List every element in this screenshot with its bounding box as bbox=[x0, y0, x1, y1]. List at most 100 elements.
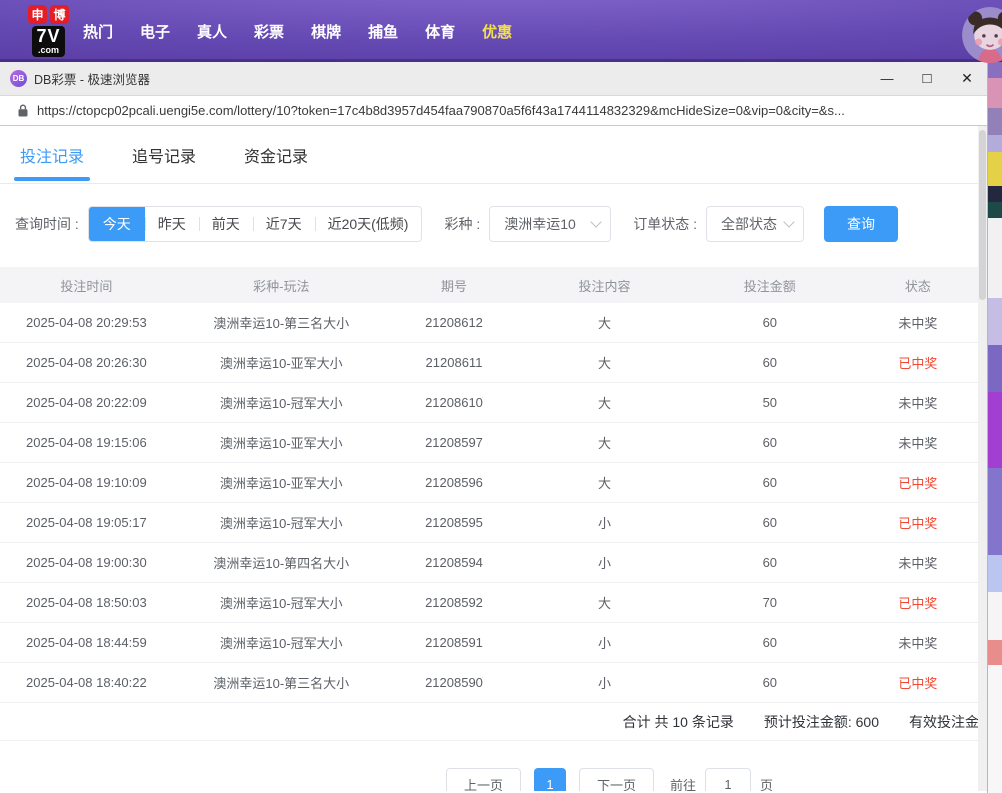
bet-amount-cell: 60 bbox=[691, 555, 849, 570]
time-option-label: 昨天 bbox=[158, 214, 186, 234]
status-cell: 已中奖 bbox=[849, 593, 987, 612]
time-filter-option[interactable]: 近20天(低频) bbox=[315, 207, 422, 241]
record-tab[interactable]: 资金记录 bbox=[244, 126, 308, 183]
time-filter-group: 今天 昨天 前天 近7天 近20天(低频) bbox=[88, 206, 423, 242]
browser-window: DB DB彩票 - 极速浏览器 — □ ✕ https://ctopcp02pc… bbox=[0, 62, 988, 793]
time-option-label: 近20天(低频) bbox=[328, 214, 409, 234]
pagination: 上一页 1 下一页 前往 页 bbox=[116, 768, 987, 791]
time-option-label: 近7天 bbox=[266, 214, 302, 234]
nav-item[interactable]: 热门 bbox=[83, 21, 113, 42]
scrollbar-thumb[interactable] bbox=[979, 130, 986, 300]
logo-name: 7V bbox=[36, 27, 60, 45]
bet-content-cell: 大 bbox=[518, 433, 691, 452]
status-cell: 未中奖 bbox=[849, 313, 987, 332]
table-header-row: 投注时间彩种-玩法期号投注内容投注金额状态 bbox=[0, 267, 987, 303]
current-page-button[interactable]: 1 bbox=[534, 768, 566, 791]
status-cell: 已中奖 bbox=[849, 673, 987, 692]
nav-item[interactable]: 体育 bbox=[425, 21, 455, 42]
table-row: 2025-04-08 20:22:09 澳洲幸运10-冠军大小 21208610… bbox=[0, 383, 987, 423]
lock-icon bbox=[18, 104, 28, 117]
site-logo[interactable]: 申 博 7V .com bbox=[28, 5, 69, 57]
game-type-cell: 澳洲幸运10-冠军大小 bbox=[173, 513, 390, 532]
time-filter-option[interactable]: 前天 bbox=[199, 207, 253, 241]
scrollbar[interactable] bbox=[978, 126, 987, 791]
lottery-select[interactable]: 澳洲幸运10 bbox=[489, 206, 611, 242]
bet-content-cell: 大 bbox=[518, 393, 691, 412]
bet-content-cell: 大 bbox=[518, 593, 691, 612]
minimize-button[interactable]: — bbox=[867, 62, 907, 95]
issue-number-cell: 21208592 bbox=[390, 595, 518, 610]
issue-number-cell: 21208595 bbox=[390, 515, 518, 530]
bet-time-cell: 2025-04-08 20:22:09 bbox=[0, 395, 173, 410]
time-option-label: 前天 bbox=[212, 214, 240, 234]
goto-page-input[interactable] bbox=[705, 768, 751, 791]
screen: 申 博 7V .com 热门 电子 真人 彩票 棋牌 捕鱼 体育 优惠 bbox=[0, 0, 1002, 793]
status-cell: 未中奖 bbox=[849, 633, 987, 652]
next-page-button[interactable]: 下一页 bbox=[579, 768, 654, 791]
bet-content-cell: 小 bbox=[518, 673, 691, 692]
logo-badge-shen: 申 bbox=[28, 5, 47, 24]
status-cell: 未中奖 bbox=[849, 433, 987, 452]
order-status-select[interactable]: 全部状态 bbox=[706, 206, 804, 242]
column-header: 彩种-玩法 bbox=[173, 276, 390, 295]
status-cell: 未中奖 bbox=[849, 553, 987, 572]
column-header: 期号 bbox=[390, 276, 518, 295]
time-filter-option[interactable]: 昨天 bbox=[145, 207, 199, 241]
bet-amount-cell: 60 bbox=[691, 355, 849, 370]
column-header: 投注时间 bbox=[0, 276, 173, 295]
prev-page-button[interactable]: 上一页 bbox=[446, 768, 521, 791]
nav-item[interactable]: 优惠 bbox=[482, 21, 512, 42]
bet-amount-cell: 50 bbox=[691, 395, 849, 410]
column-header: 投注内容 bbox=[518, 276, 691, 295]
url-text[interactable]: https://ctopcp02pcali.uengi5e.com/lotter… bbox=[37, 103, 977, 118]
bet-amount-cell: 60 bbox=[691, 635, 849, 650]
tab-label: 资金记录 bbox=[244, 143, 308, 167]
table-row: 2025-04-08 20:29:53 澳洲幸运10-第三名大小 2120861… bbox=[0, 303, 987, 343]
nav-item[interactable]: 真人 bbox=[197, 21, 227, 42]
record-tabs: 投注记录追号记录 资金记录 bbox=[0, 126, 987, 184]
table-row: 2025-04-08 19:10:09 澳洲幸运10-亚军大小 21208596… bbox=[0, 463, 987, 503]
bet-time-cell: 2025-04-08 19:00:30 bbox=[0, 555, 173, 570]
status-cell: 已中奖 bbox=[849, 353, 987, 372]
logo-box: 7V .com bbox=[32, 26, 64, 57]
status-cell: 未中奖 bbox=[849, 393, 987, 412]
nav-item[interactable]: 彩票 bbox=[254, 21, 284, 42]
record-tab[interactable]: 投注记录 bbox=[20, 126, 84, 183]
app-icon: DB bbox=[10, 70, 27, 87]
user-avatar[interactable] bbox=[962, 7, 1002, 63]
total-records: 合计 共 10 条记录 bbox=[623, 712, 734, 732]
close-button[interactable]: ✕ bbox=[947, 62, 987, 95]
time-filter-option[interactable]: 近7天 bbox=[253, 207, 315, 241]
valid-amount: 有效投注金额 bbox=[909, 712, 987, 732]
table-row: 2025-04-08 19:00:30 澳洲幸运10-第四名大小 2120859… bbox=[0, 543, 987, 583]
logo-tld: .com bbox=[36, 46, 60, 55]
game-type-cell: 澳洲幸运10-冠军大小 bbox=[173, 633, 390, 652]
bet-time-cell: 2025-04-08 19:05:17 bbox=[0, 515, 173, 530]
nav-item[interactable]: 棋牌 bbox=[311, 21, 341, 42]
record-tab[interactable]: 追号记录 bbox=[132, 126, 196, 183]
page-content: 投注记录追号记录资金记录 查询时间 : 今天昨天前天近7天近20天(低频) 彩种… bbox=[0, 126, 987, 791]
site-top-nav: 申 博 7V .com 热门 电子 真人 彩票 棋牌 捕鱼 体育 优惠 bbox=[0, 0, 1002, 62]
nav-item[interactable]: 电子 bbox=[140, 21, 170, 42]
maximize-button[interactable]: □ bbox=[907, 62, 947, 95]
game-type-cell: 澳洲幸运10-冠军大小 bbox=[173, 393, 390, 412]
time-option-label: 今天 bbox=[103, 214, 131, 234]
issue-number-cell: 21208612 bbox=[390, 315, 518, 330]
search-button[interactable]: 查询 bbox=[824, 206, 898, 242]
game-type-cell: 澳洲幸运10-第四名大小 bbox=[173, 553, 390, 572]
window-titlebar[interactable]: DB DB彩票 - 极速浏览器 — □ ✕ bbox=[0, 62, 987, 96]
bet-amount-cell: 60 bbox=[691, 515, 849, 530]
nav-item[interactable]: 捕鱼 bbox=[368, 21, 398, 42]
lottery-select-value: 澳洲幸运10 bbox=[504, 214, 576, 234]
bet-time-cell: 2025-04-08 18:50:03 bbox=[0, 595, 173, 610]
page-suffix-label: 页 bbox=[760, 775, 773, 792]
time-filter-option[interactable]: 今天 bbox=[89, 206, 145, 242]
bet-time-cell: 2025-04-08 20:29:53 bbox=[0, 315, 173, 330]
avatar-illustration bbox=[962, 7, 1002, 63]
issue-number-cell: 21208596 bbox=[390, 475, 518, 490]
table-row: 2025-04-08 18:50:03 澳洲幸运10-冠军大小 21208592… bbox=[0, 583, 987, 623]
issue-number-cell: 21208611 bbox=[390, 355, 518, 370]
issue-number-cell: 21208594 bbox=[390, 555, 518, 570]
filter-bar: 查询时间 : 今天昨天前天近7天近20天(低频) 彩种 : 澳洲幸运10 订单状… bbox=[15, 206, 987, 242]
url-bar[interactable]: https://ctopcp02pcali.uengi5e.com/lotter… bbox=[0, 96, 987, 126]
